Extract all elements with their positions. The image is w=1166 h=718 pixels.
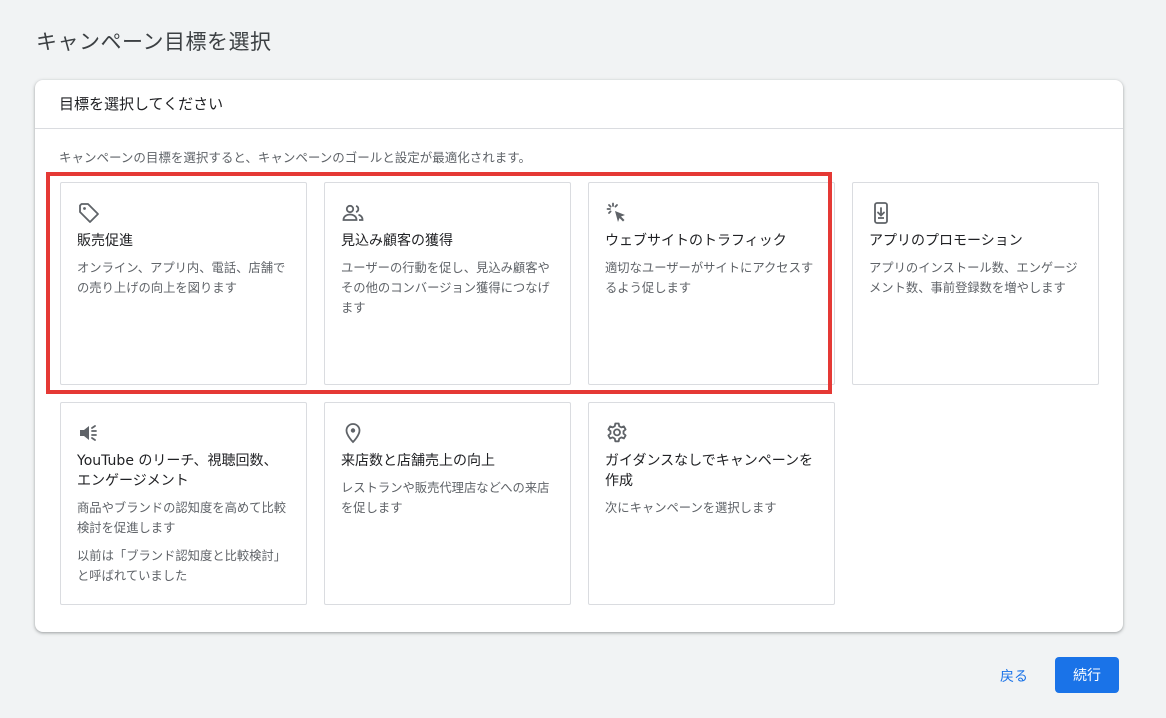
option-title: 来店数と店舗売上の向上 (341, 453, 495, 469)
cursor-click-icon (605, 201, 629, 225)
option-app-promotion[interactable]: アプリのプロモーション アプリのインストール数、エンゲージメント数、事前登録数を… (852, 182, 1099, 385)
option-leads[interactable]: 見込み顧客の獲得 ユーザーの行動を促し、見込み顧客やその他のコンバージョン獲得に… (324, 182, 571, 385)
option-youtube-reach[interactable]: YouTube のリーチ、視聴回数、エンゲージメント 商品やブランドの認知度を高… (60, 402, 307, 605)
megaphone-icon (77, 421, 101, 445)
option-description: オンライン、アプリ内、電話、店舗での売り上げの向上を図ります (77, 261, 286, 295)
location-pin-icon (341, 421, 365, 445)
option-website-traffic[interactable]: ウェブサイトのトラフィック 適切なユーザーがサイトにアクセスするよう促します (588, 182, 835, 385)
option-description: 商品やブランドの認知度を高めて比較検討を促進します (77, 501, 287, 535)
option-title: アプリのプロモーション (869, 233, 1023, 249)
option-no-guidance[interactable]: ガイダンスなしでキャンペーンを作成 次にキャンペーンを選択します (588, 402, 835, 605)
page-title: キャンペーン目標を選択 (36, 30, 272, 54)
option-title: 販売促進 (77, 233, 133, 249)
card-header: 目標を選択してください (35, 80, 1123, 129)
card-description: キャンペーンの目標を選択すると、キャンペーンのゴールと設定が最適化されます。 (59, 150, 532, 165)
people-icon (341, 201, 365, 225)
option-description: 次にキャンペーンを選択します (605, 501, 777, 515)
phone-download-icon (869, 201, 893, 225)
option-description: 適切なユーザーがサイトにアクセスするよう促します (605, 261, 814, 295)
option-description: ユーザーの行動を促し、見込み顧客やその他のコンバージョン獲得につなげます (341, 261, 550, 315)
option-title: 見込み顧客の獲得 (341, 233, 453, 249)
back-button[interactable]: 戻る (1000, 666, 1028, 686)
option-store-visits[interactable]: 来店数と店舗売上の向上 レストランや販売代理店などへの来店を促します (324, 402, 571, 605)
tag-icon (77, 201, 101, 225)
option-title: ガイダンスなしでキャンペーンを作成 (605, 453, 814, 489)
option-description: レストランや販売代理店などへの来店を促します (341, 481, 550, 515)
option-description: アプリのインストール数、エンゲージメント数、事前登録数を増やします (869, 261, 1078, 295)
option-title: ウェブサイトのトラフィック (605, 233, 787, 249)
continue-button[interactable]: 続行 (1055, 657, 1119, 693)
gear-icon (605, 421, 629, 445)
option-title: YouTube のリーチ、視聴回数、エンゲージメント (77, 453, 278, 489)
option-note: 以前は「ブランド認知度と比較検討」と呼ばれていました (77, 549, 287, 583)
option-sales[interactable]: 販売促進 オンライン、アプリ内、電話、店舗での売り上げの向上を図ります (60, 182, 307, 385)
